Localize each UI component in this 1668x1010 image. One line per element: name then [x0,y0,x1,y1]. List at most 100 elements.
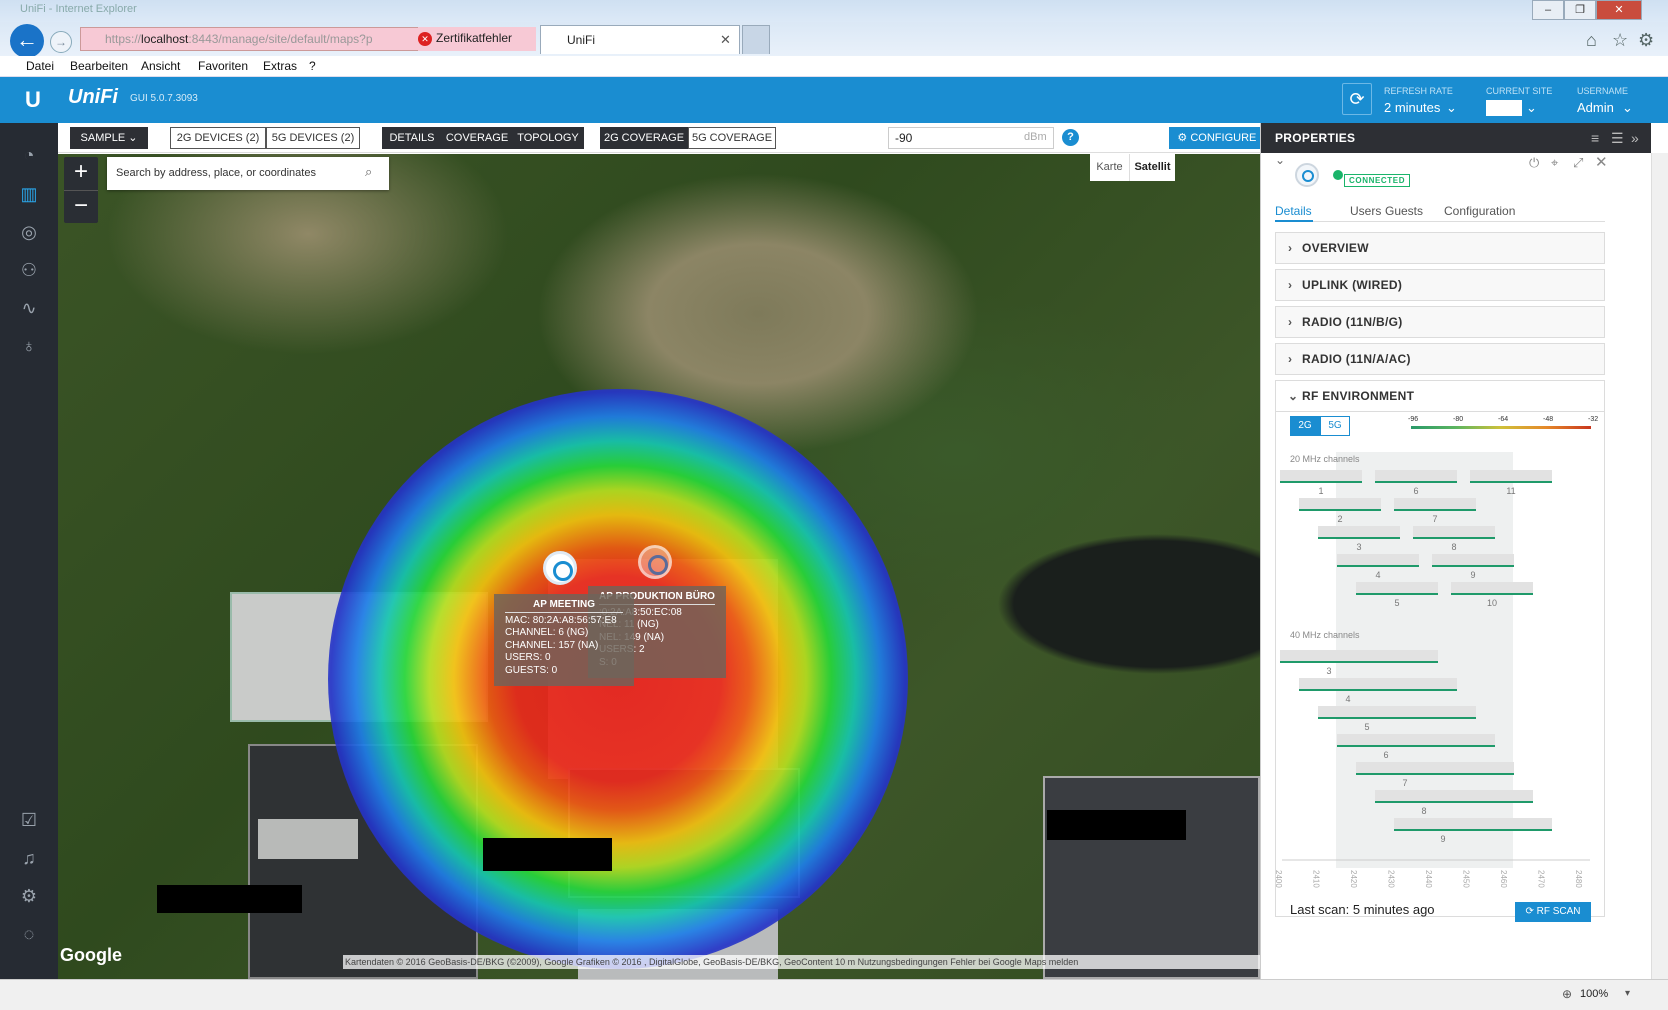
close-window-button[interactable]: ✕ [1596,0,1642,20]
channel-bar [1375,470,1457,482]
map-icon[interactable]: ▥ [0,177,58,211]
browser-navigation-bar: ← → https://localhost:8443/manage/site/d… [0,22,1668,58]
current-site-select[interactable] [1486,100,1522,116]
ap-guests: GUESTS: 0 [505,664,558,676]
chat-icon[interactable]: ◌ [0,917,58,951]
tab-users[interactable]: Users [1350,204,1381,218]
scale-label: -48 [1543,416,1554,423]
channel-bar [1337,554,1419,566]
chevron-down-icon[interactable]: ⌄ [1526,100,1537,116]
tab-details[interactable]: Details [1275,204,1312,218]
sort-icon[interactable]: ≡ [1591,130,1599,146]
map-search-input[interactable]: Search by address, place, or coordinates [107,157,389,190]
zoom-out-button[interactable]: − [64,190,98,223]
dashboard-icon[interactable]: ◔ [0,138,58,172]
restart-icon[interactable]: ⏻ [1529,155,1539,171]
section-uplink[interactable]: › UPLINK (WIRED) [1275,269,1605,301]
band-5g-button[interactable]: 5G [1320,416,1350,436]
details-button[interactable]: DETAILS [382,127,442,149]
menu-help[interactable]: ? [309,59,316,73]
rf-scan-label: RF SCAN [1536,906,1581,917]
address-path: :8443/manage/site/default/maps?p [188,32,373,46]
channel-label: 8 [1421,806,1426,816]
statistics-icon[interactable]: ∿ [0,291,58,325]
settings-icon[interactable]: ⚙ [0,879,58,913]
events-bell-icon[interactable]: ♫ [0,841,58,875]
menu-favoriten[interactable]: Favoriten [198,59,248,73]
zoom-in-button[interactable]: + [64,157,98,190]
chevron-down-icon[interactable]: ⌄ [1622,100,1633,116]
panel-scrollbar[interactable] [1651,153,1668,979]
rf-scan-button[interactable]: ⟳ RF SCAN [1515,902,1591,922]
refresh-icon[interactable]: ⟳ [1342,83,1372,115]
map-type-karte[interactable]: Karte [1090,154,1129,181]
2g-devices-toggle[interactable]: 2G DEVICES (2) [170,127,266,149]
settings-gear-icon[interactable]: ⚙ [1638,30,1654,51]
section-overview[interactable]: › OVERVIEW [1275,232,1605,264]
channel-label: 6 [1383,750,1388,760]
channel-label: 6 [1413,486,1418,496]
chevron-down-icon[interactable]: ▾ [1625,988,1630,999]
zoom-level[interactable]: 100% [1580,988,1608,1000]
refresh-rate-select[interactable]: 2 minutes [1384,100,1440,115]
home-icon[interactable]: ⌂ [1586,30,1597,51]
certificate-error-button[interactable]: Zertifikatfehler [418,27,536,51]
clients-icon[interactable]: ⚇ [0,253,58,287]
section-radio-na[interactable]: › RADIO (11N/A/AC) [1275,343,1605,375]
favorites-star-icon[interactable]: ☆ [1612,30,1628,51]
map-attribution: Kartendaten © 2016 GeoBasis-DE/BKG (©200… [343,955,1260,969]
access-point-icon[interactable] [543,551,577,585]
insights-icon[interactable]: ♁ [0,329,58,363]
locate-icon[interactable]: ⌖ [1551,155,1558,171]
help-icon[interactable]: ? [1062,129,1079,146]
status-badge: CONNECTED [1344,174,1411,187]
sample-map-select[interactable]: SAMPLE ⌄ [70,127,148,149]
collapse-panel-icon[interactable]: » [1631,130,1639,146]
map-type-satellit[interactable]: Satellit [1129,154,1175,181]
forward-button[interactable]: → [50,31,72,53]
minimize-button[interactable]: – [1532,0,1564,20]
new-tab-button[interactable] [742,25,770,54]
channel-bar [1356,582,1438,594]
building [1043,776,1260,979]
redaction-box [1047,810,1186,840]
access-point-icon[interactable] [638,545,672,579]
section-rf-environment[interactable]: ⌄ RF ENVIRONMENT [1275,380,1605,412]
close-icon[interactable]: ✕ [1595,153,1608,171]
alerts-check-icon[interactable]: ☑ [0,803,58,837]
channel-label: 11 [1506,486,1515,496]
chevron-down-icon[interactable]: ⌄ [1446,100,1457,116]
menu-bearbeiten[interactable]: Bearbeiten [70,59,128,73]
close-tab-icon[interactable]: ✕ [720,32,731,48]
menu-datei[interactable]: Datei [26,59,54,73]
ap-channel-na: CHANNEL: 157 (NA) [505,639,599,651]
ap-channel-ng: CHANNEL: 6 (NG) [505,627,589,638]
browser-tab[interactable]: UniFi [540,25,740,54]
username-select[interactable]: Admin [1577,100,1614,115]
satellite-map[interactable]: AP PRODUKTION BÜRO :0:2A:A8:50:EC:08 NEL… [58,154,1260,979]
back-button[interactable]: ← [10,24,44,58]
list-icon[interactable]: ☰ [1611,130,1624,147]
coverage-button[interactable]: COVERAGE [442,127,512,149]
band-2g-button[interactable]: 2G [1290,416,1320,436]
tab-configuration[interactable]: Configuration [1444,204,1515,218]
maximize-button[interactable]: ❐ [1564,0,1596,20]
search-icon[interactable]: ⌕ [365,164,372,180]
chevron-down-icon[interactable]: ⌄ [1275,153,1285,167]
topology-button[interactable]: TOPOLOGY [512,127,584,149]
5g-devices-toggle[interactable]: 5G DEVICES (2) [266,127,360,149]
channel-bar [1356,762,1514,774]
map-toolbar: SAMPLE ⌄ 2G DEVICES (2) 5G DEVICES (2) D… [58,123,1299,153]
current-site-label: CURRENT SITE [1486,86,1553,96]
menu-ansicht[interactable]: Ansicht [141,59,180,73]
2g-coverage-button[interactable]: 2G COVERAGE [600,127,688,149]
brand-name: UniFi [68,86,118,108]
channel-label: 10 [1487,598,1497,608]
tab-guests[interactable]: Guests [1385,204,1423,218]
channel-bar [1299,678,1457,690]
devices-icon[interactable]: ◎ [0,215,58,249]
expand-icon[interactable]: ⤢ [1573,155,1583,171]
section-radio-ng[interactable]: › RADIO (11N/B/G) [1275,306,1605,338]
5g-coverage-button[interactable]: 5G COVERAGE [688,127,776,149]
menu-extras[interactable]: Extras [263,59,297,73]
